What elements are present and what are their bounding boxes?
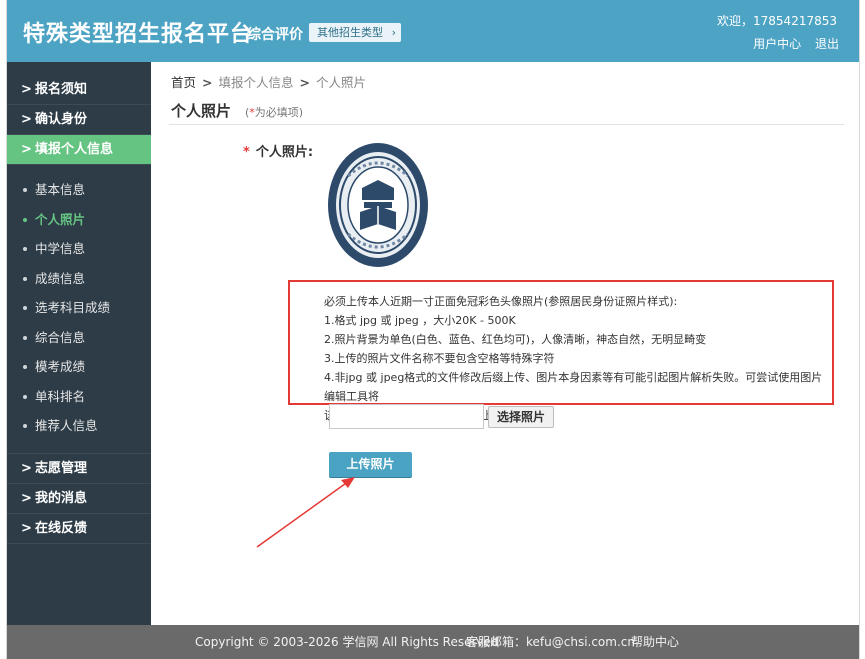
chevron-right-icon: > [299,75,310,90]
notice-line: 3.上传的照片文件名称不要包含空格等特殊字符 [324,352,555,365]
sidebar-bottom-group: > 志愿管理 > 我的消息 > 在线反馈 [7,452,151,544]
sidebar-item-label: 志愿管理 [35,460,88,476]
notice-line: 必须上传本人近期一寸正面免冠彩色头像照片(参照居民身份证照片样式): [324,295,678,308]
chevron-right-icon: > [21,520,32,536]
chevron-right-icon: > [21,460,32,476]
sidebar-subitem-personal-photo[interactable]: 个人照片 [7,205,151,235]
user-center-link[interactable]: 用户中心 [753,37,801,51]
required-hint: (*为必填项) [245,106,304,119]
personal-info-submenu: 基本信息 个人照片 中学信息 成绩信息 选考科目成绩 综合信息 模考成绩 单科排… [7,165,151,445]
logout-link[interactable]: 退出 [815,37,839,51]
page-frame: 特殊类型招生报名平台 综合评价 其他招生类型 › 欢迎，17854217853 … [6,0,860,659]
other-type-label: 其他招生类型 [317,26,383,39]
sidebar-item-application-management[interactable]: > 志愿管理 [7,454,151,484]
breadcrumb-current: 个人照片 [316,75,367,90]
sidebar-item-online-feedback[interactable]: > 在线反馈 [7,514,151,544]
notice-line: 4.非jpg 或 jpeg格式的文件修改后缀上传、图片本身因素等有可能引起图片解… [324,371,823,403]
sidebar-item-my-messages[interactable]: > 我的消息 [7,484,151,514]
annotation-arrow-icon [256,477,355,548]
sidebar-item-notice[interactable]: > 报名须知 [7,75,151,105]
welcome-text: 欢迎，17854217853 [717,14,837,28]
sidebar-subitem-comprehensive-info[interactable]: 综合信息 [7,323,151,353]
top-header: 特殊类型招生报名平台 综合评价 其他招生类型 › 欢迎，17854217853 … [7,0,859,62]
main-content: 首页 > 填报个人信息 > 个人照片 个人照片 (*为必填项) * 个人照片: 必须上传本… [151,62,859,625]
upload-notice-box: 必须上传本人近期一寸正面免冠彩色头像照片(参照居民身份证照片样式): 1.格式 … [288,280,834,422]
footer-copyright: Copyright © 2003-2026 学信网 All Rights Res… [195,635,499,649]
photo-file-input[interactable] [329,404,484,429]
choose-photo-button[interactable]: 选择照片 [488,406,555,428]
footer: Copyright © 2003-2026 学信网 All Rights Res… [7,625,859,659]
chevron-right-icon: > [21,142,32,157]
sidebar-subitem-mock-scores[interactable]: 模考成绩 [7,352,151,382]
other-type-button[interactable]: 其他招生类型 › [309,23,401,42]
required-hint-text: 为必填项 [254,106,299,119]
sidebar-item-label: 在线反馈 [35,520,88,536]
sidebar-item-label: 填报个人信息 [35,142,114,157]
user-links: 用户中心 退出 [743,35,839,52]
sidebar-subitem-elective-scores[interactable]: 选考科目成绩 [7,293,151,323]
footer-help-link[interactable]: 帮助中心 [631,625,679,659]
platform-title: 特殊类型招生报名平台 [23,22,254,47]
chevron-right-icon: > [202,75,213,90]
footer-email: 客服邮箱：kefu@chsi.com.cn [466,635,635,649]
photo-field-label: * 个人照片: [243,141,313,160]
chevron-right-icon: > [21,490,32,506]
program-type-label: 综合评价 [247,27,303,43]
sidebar-subitem-referrer-info[interactable]: 推荐人信息 [7,411,151,441]
photo-preview-image [324,138,432,272]
sidebar-item-label: 报名须知 [35,82,88,97]
chevron-right-icon: › [391,26,396,39]
required-star: * [243,145,250,160]
photo-field-label-text: 个人照片: [255,145,314,160]
page-title: 个人照片 [171,102,232,120]
chevron-right-icon: > [21,112,32,127]
sidebar-subitem-score-info[interactable]: 成绩信息 [7,264,151,294]
title-divider [169,124,844,125]
breadcrumb-home[interactable]: 首页 [171,75,196,90]
sidebar-subitem-school-info[interactable]: 中学信息 [7,234,151,264]
sidebar-item-label: 我的消息 [35,490,88,506]
sidebar-item-label: 确认身份 [35,112,88,127]
breadcrumb-personal-info[interactable]: 填报个人信息 [219,75,294,90]
sidebar-item-personal-info[interactable]: > 填报个人信息 [7,135,151,165]
notice-line: 1.格式 jpg 或 jpeg ，大小20K - 500K [324,314,516,327]
notice-line: 2.照片背景为单色(白色、蓝色、红色均可)，人像清晰，神态自然，无明显畸变 [324,333,707,346]
sidebar-subitem-subject-rank[interactable]: 单科排名 [7,382,151,412]
chevron-right-icon: > [21,82,32,97]
sidebar-item-confirm-identity[interactable]: > 确认身份 [7,105,151,135]
breadcrumb: 首页 > 填报个人信息 > 个人照片 [171,72,366,91]
sidebar-subitem-basic-info[interactable]: 基本信息 [7,175,151,205]
sidebar: > 报名须知 > 确认身份 > 填报个人信息 基本信息 个人照片 中学信息 成绩信息 … [7,62,151,625]
